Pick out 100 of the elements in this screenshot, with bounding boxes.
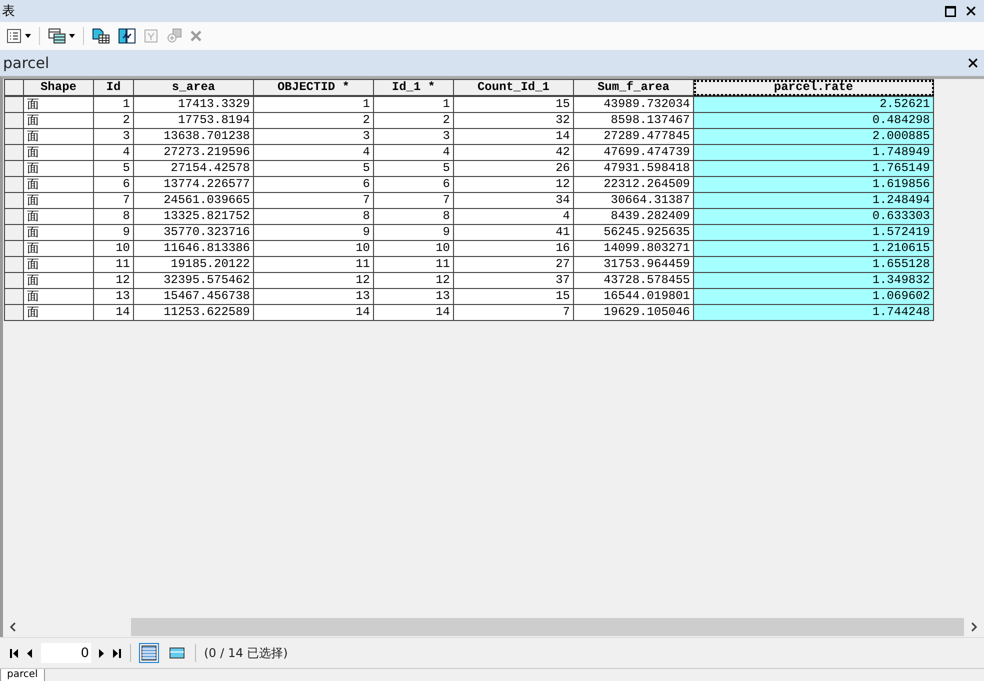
row-header[interactable] <box>4 144 24 160</box>
close-icon[interactable] <box>968 58 978 68</box>
table-cell: 8 <box>94 208 134 224</box>
table-cell: 面 <box>24 224 94 240</box>
table-cell: 13 <box>374 288 454 304</box>
table-cell: 面 <box>24 112 94 128</box>
table-cell: 43989.732034 <box>574 96 694 112</box>
table-cell: 面 <box>24 160 94 176</box>
row-header[interactable] <box>4 272 24 288</box>
table-cell: 4 <box>374 144 454 160</box>
table-cell: 22312.264509 <box>574 176 694 192</box>
maximize-icon[interactable] <box>945 6 956 16</box>
table-cell: 10 <box>94 240 134 256</box>
table-cell: 6 <box>374 176 454 192</box>
next-record-icon[interactable] <box>99 648 105 658</box>
table-cell: 14 <box>254 304 374 320</box>
toolbar-button[interactable] <box>4 26 33 46</box>
table-cell: 1.572419 <box>694 224 934 240</box>
column-header[interactable]: OBJECTID * <box>254 80 374 96</box>
table-cell: 19185.20122 <box>134 256 254 272</box>
table-cell: 1.655128 <box>694 256 934 272</box>
table-cell: 面 <box>24 144 94 160</box>
table-cell: 6 <box>254 176 374 192</box>
table-cell: 27154.42578 <box>134 160 254 176</box>
table-cell: 9 <box>374 224 454 240</box>
row-header[interactable] <box>4 256 24 272</box>
table-cell: 8439.282409 <box>574 208 694 224</box>
table-tab[interactable]: parcel <box>0 669 45 681</box>
row-header[interactable] <box>4 128 24 144</box>
table-cell: 37 <box>454 272 574 288</box>
caret-icon <box>25 34 31 38</box>
scrollbar-thumb[interactable] <box>131 618 964 636</box>
caret-icon <box>69 34 75 38</box>
row-header[interactable] <box>4 208 24 224</box>
table-cell: 14 <box>94 304 134 320</box>
table-cell: 47699.474739 <box>574 144 694 160</box>
toolbar-button[interactable] <box>116 26 138 46</box>
table-cell: 14 <box>374 304 454 320</box>
view-button[interactable] <box>139 643 159 663</box>
scroll-right-icon[interactable] <box>970 622 978 632</box>
previous-record-icon[interactable] <box>27 648 33 658</box>
swap-icon <box>118 28 136 44</box>
row-header[interactable] <box>4 160 24 176</box>
table-cell: 5 <box>94 160 134 176</box>
column-header[interactable]: Count_Id_1 <box>454 80 574 96</box>
table-cell: 7 <box>254 192 374 208</box>
column-header[interactable]: Sum_f_area <box>574 80 694 96</box>
table-cell: 24561.039665 <box>134 192 254 208</box>
table-cell: 10 <box>374 240 454 256</box>
table-cell: 12 <box>454 176 574 192</box>
table-cell: 12 <box>254 272 374 288</box>
table-cell: 27289.477845 <box>574 128 694 144</box>
table-cell: 11646.813386 <box>134 240 254 256</box>
close-icon[interactable] <box>966 6 976 16</box>
table-cell: 35770.323716 <box>134 224 254 240</box>
column-header[interactable]: Shape <box>24 80 94 96</box>
table-cell: 5 <box>254 160 374 176</box>
toolbar-button[interactable] <box>90 26 112 46</box>
table-cell: 41 <box>454 224 574 240</box>
list-icon <box>6 28 22 44</box>
row-header[interactable] <box>4 96 24 112</box>
table-cell: 面 <box>24 272 94 288</box>
table-cell: 15467.456738 <box>134 288 254 304</box>
column-header[interactable]: parcel.rate <box>694 80 934 96</box>
table-cell: 8 <box>254 208 374 224</box>
table-cell: 1 <box>254 96 374 112</box>
row-header[interactable] <box>4 224 24 240</box>
table-cell: 6 <box>94 176 134 192</box>
table-cell: 2.52621 <box>694 96 934 112</box>
record-field[interactable]: 0 <box>41 643 91 663</box>
table-cell: 1 <box>374 96 454 112</box>
table-cell: 15 <box>454 288 574 304</box>
table-cell: 2 <box>374 112 454 128</box>
table-cell: 30664.31387 <box>574 192 694 208</box>
delete-icon <box>190 30 202 42</box>
column-header[interactable]: Id_1 * <box>374 80 454 96</box>
table-cell: 31753.964459 <box>574 256 694 272</box>
first-record-icon[interactable] <box>10 648 19 658</box>
table-cell: 5 <box>374 160 454 176</box>
row-header[interactable] <box>4 176 24 192</box>
table-title[interactable]: parcel <box>3 54 50 72</box>
row-header[interactable] <box>4 304 24 320</box>
table-cell: 1.619856 <box>694 176 934 192</box>
table-cell: 13 <box>254 288 374 304</box>
row-header[interactable] <box>4 288 24 304</box>
table-cell: 43728.578455 <box>574 272 694 288</box>
table-cell: 1.744248 <box>694 304 934 320</box>
row-header[interactable] <box>4 192 24 208</box>
last-record-icon[interactable] <box>113 648 122 658</box>
column-header[interactable]: s_area <box>134 80 254 96</box>
table-icon <box>141 645 157 661</box>
table-cell: 42 <box>454 144 574 160</box>
table-cell: 56245.925635 <box>574 224 694 240</box>
scroll-left-icon[interactable] <box>9 622 17 632</box>
row-header[interactable] <box>4 240 24 256</box>
table-cell: 11 <box>94 256 134 272</box>
toolbar-button[interactable] <box>46 26 77 46</box>
column-header[interactable]: Id <box>94 80 134 96</box>
table-cell: 32395.575462 <box>134 272 254 288</box>
row-header[interactable] <box>4 112 24 128</box>
